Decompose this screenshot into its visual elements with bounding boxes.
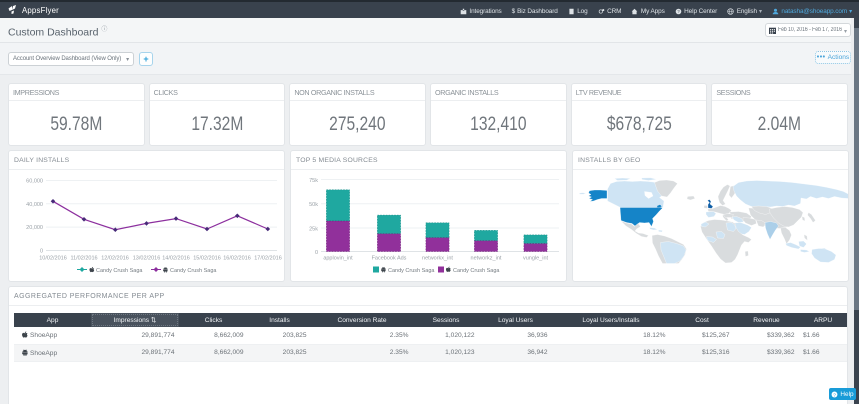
svg-text:20,000: 20,000 — [26, 225, 43, 231]
svg-text:Candy Crush Saga: Candy Crush Saga — [388, 268, 435, 274]
svg-text:?: ? — [834, 392, 837, 398]
svg-text:14/02/2016: 14/02/2016 — [162, 256, 190, 262]
svg-text:Facebook Ads: Facebook Ads — [372, 256, 407, 262]
svg-text:11/02/2016: 11/02/2016 — [70, 256, 97, 262]
svg-text:40,000: 40,000 — [26, 202, 43, 208]
svg-text:50k: 50k — [309, 202, 318, 208]
svg-text:networkz_int: networkz_int — [471, 256, 502, 262]
svg-text:15/02/2016: 15/02/2016 — [193, 256, 221, 262]
svg-text:75k: 75k — [309, 178, 318, 184]
svg-text:vungle_int: vungle_int — [523, 256, 549, 262]
svg-text:13/02/2016: 13/02/2016 — [133, 256, 161, 262]
svg-text:0: 0 — [40, 249, 43, 255]
svg-text:10/02/2016: 10/02/2016 — [39, 256, 67, 262]
svg-text:25k: 25k — [309, 227, 318, 233]
svg-text:60,000: 60,000 — [26, 179, 43, 185]
svg-text:networkx_int: networkx_int — [422, 256, 453, 262]
svg-text:Candy Crush Saga: Candy Crush Saga — [453, 268, 500, 274]
svg-text:applovin_int: applovin_int — [323, 256, 353, 262]
svg-text:0: 0 — [315, 250, 318, 256]
svg-text:17/02/2016: 17/02/2016 — [254, 256, 282, 262]
svg-text:16/02/2016: 16/02/2016 — [223, 256, 251, 262]
svg-text:Candy Crush Saga: Candy Crush Saga — [96, 268, 143, 274]
svg-text:12/02/2016: 12/02/2016 — [101, 256, 129, 262]
svg-text:Candy Crush Saga: Candy Crush Saga — [170, 268, 217, 274]
